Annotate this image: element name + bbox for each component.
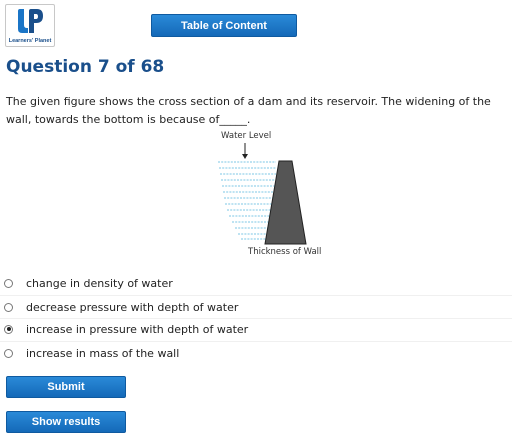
dam-figure: Water Level Thickness of Wall	[214, 128, 354, 260]
dam-cross-section	[218, 143, 307, 245]
radio-button[interactable]	[4, 278, 13, 288]
divider	[0, 318, 512, 319]
option-label: increase in pressure with depth of water	[26, 322, 249, 336]
radio-button-selected[interactable]	[4, 324, 13, 334]
show-results-button[interactable]: Show results	[6, 411, 126, 433]
app-logo: Learners' Planet	[5, 4, 55, 47]
submit-button[interactable]: Submit	[6, 376, 126, 398]
logo-text: Learners' Planet	[8, 38, 52, 44]
radio-button[interactable]	[4, 348, 13, 358]
thickness-of-wall-label: Thickness of Wall	[248, 247, 322, 257]
divider	[0, 341, 512, 342]
question-title: Question 7 of 68	[6, 57, 165, 77]
question-text: The given figure shows the cross section…	[6, 95, 491, 126]
option-label: change in density of water	[26, 276, 173, 290]
option-4[interactable]: increase in mass of the wall	[4, 345, 179, 361]
option-3[interactable]: increase in pressure with depth of water	[4, 321, 248, 337]
option-1[interactable]: change in density of water	[4, 275, 173, 291]
option-2[interactable]: decrease pressure with depth of water	[4, 299, 238, 315]
divider	[0, 295, 512, 296]
option-label: decrease pressure with depth of water	[26, 300, 239, 314]
option-label: increase in mass of the wall	[26, 346, 180, 360]
logo-mark-icon	[18, 9, 43, 33]
dam-wall	[264, 160, 307, 245]
radio-button[interactable]	[4, 302, 13, 312]
table-of-content-button[interactable]: Table of Content	[151, 14, 297, 37]
